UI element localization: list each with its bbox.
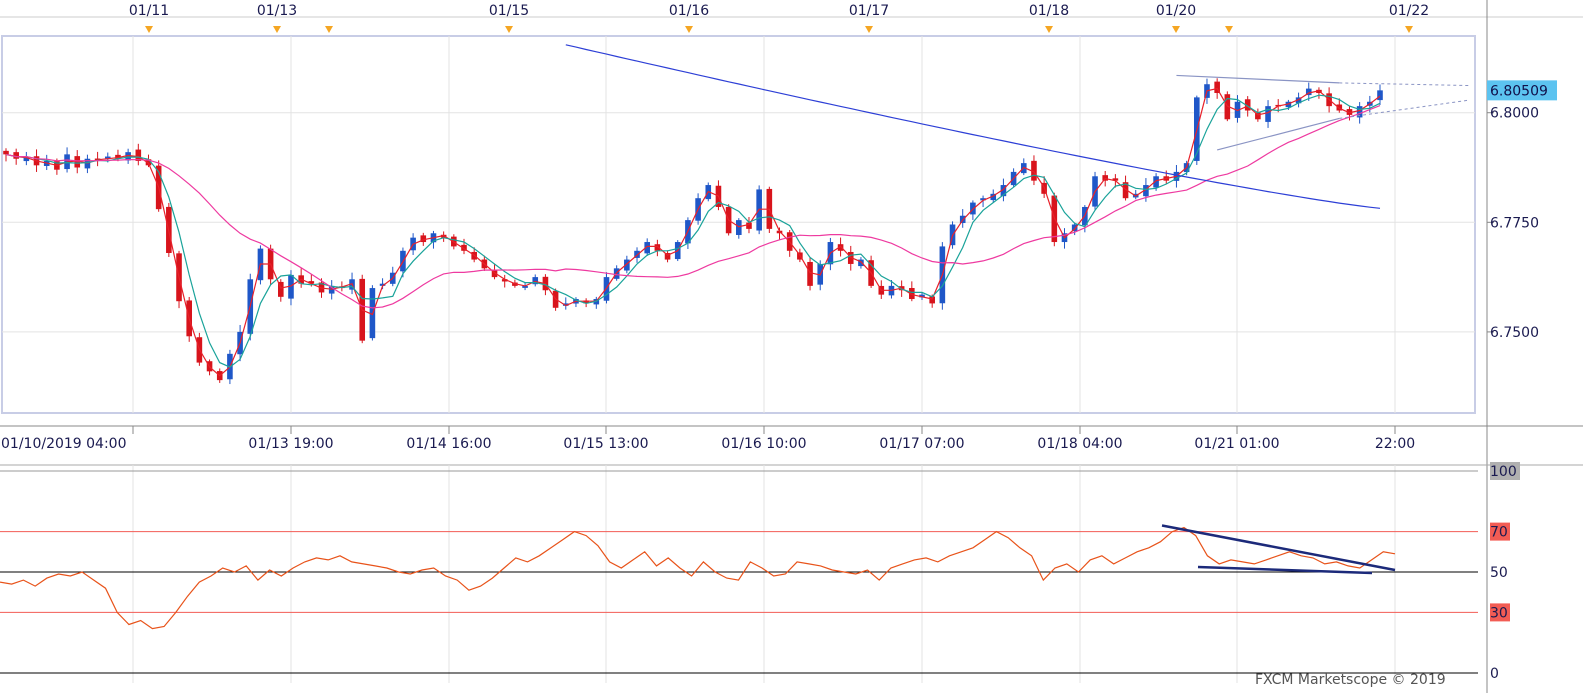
watermark-layer: FXCM Marketscope © 2019 — [1255, 672, 1446, 688]
chart-root: 01/10/2019 04:00 01/13 19:00 01/14 16:00 01… — [0, 0, 1583, 693]
watermark: FXCM Marketscope © 2019 — [1255, 672, 1446, 688]
